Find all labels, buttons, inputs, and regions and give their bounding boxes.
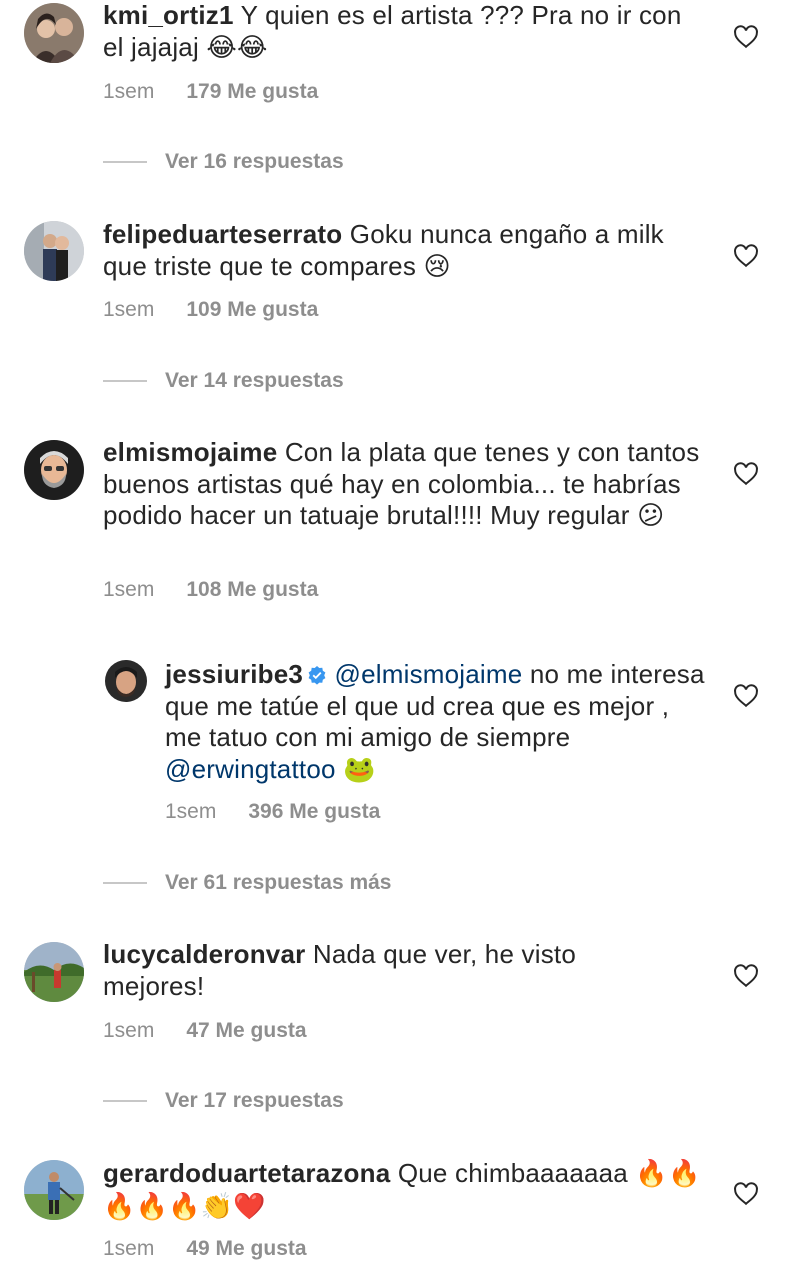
comment-likes[interactable]: 179 Me gusta [186, 80, 318, 104]
avatar[interactable] [24, 221, 84, 281]
comment-username[interactable]: kmi_ortiz1 [103, 0, 234, 30]
comment-username[interactable]: felipeduarteserrato [103, 219, 342, 249]
view-replies-label: Ver 61 respuestas más [165, 871, 392, 894]
comment-emoji: 😕 [637, 501, 665, 531]
view-replies-label: Ver 17 respuestas [165, 1089, 344, 1112]
comment-likes[interactable]: 109 Me gusta [186, 298, 318, 322]
comment-emoji: 😢 [423, 251, 451, 282]
comment-time: 1sem [103, 578, 155, 601]
comment-time: 1sem [103, 298, 155, 321]
comment-body: Que chimbaaaaaaa [397, 1158, 628, 1188]
heart-outline-icon[interactable] [733, 963, 759, 989]
heart-outline-icon[interactable] [733, 243, 759, 269]
reply-text: jessiuribe3 @elmismojaime no me interesa… [165, 659, 705, 786]
view-replies-button[interactable]: Ver 61 respuestas más [103, 871, 392, 895]
avatar[interactable] [24, 3, 84, 63]
avatar[interactable] [24, 440, 84, 500]
avatar[interactable] [105, 660, 147, 702]
view-replies-button[interactable]: Ver 16 respuestas [103, 150, 344, 174]
comment-time: 1sem [103, 1237, 155, 1260]
reply-time: 1sem [165, 800, 217, 823]
replies-divider [103, 1100, 147, 1102]
comment-username[interactable]: gerardoduartetarazona [103, 1158, 390, 1188]
comment-emoji: 😂😂 [206, 32, 268, 63]
reply-meta: 1sem 396 Me gusta [165, 800, 380, 824]
view-replies-button[interactable]: Ver 14 respuestas [103, 369, 344, 393]
heart-outline-icon[interactable] [733, 24, 759, 50]
verified-badge-icon [307, 665, 327, 685]
replies-divider [103, 882, 147, 884]
view-replies-label: Ver 14 respuestas [165, 369, 344, 392]
heart-outline-icon[interactable] [733, 461, 759, 487]
view-replies-label: Ver 16 respuestas [165, 150, 344, 173]
heart-outline-icon[interactable] [733, 683, 759, 709]
comment-time: 1sem [103, 1019, 155, 1042]
comment-username[interactable]: elmismojaime [103, 437, 277, 467]
comment-time: 1sem [103, 80, 155, 103]
heart-outline-icon[interactable] [733, 1181, 759, 1207]
comment-meta: 1sem 47 Me gusta [103, 1019, 307, 1043]
comment-text: gerardoduartetarazona Que chimbaaaaaaa 🔥… [103, 1158, 703, 1223]
comment-meta: 1sem 108 Me gusta [103, 578, 318, 602]
mention-link[interactable]: @elmismojaime [335, 659, 523, 689]
comment-likes[interactable]: 49 Me gusta [186, 1237, 306, 1261]
comment-text: lucycalderonvar Nada que ver, he visto m… [103, 939, 663, 1002]
mention-link[interactable]: @erwingtattoo [165, 754, 336, 784]
comment-text: kmi_ortiz1 Y quien es el artista ??? Pra… [103, 0, 683, 64]
avatar[interactable] [24, 942, 84, 1002]
comment-text: felipeduarteserrato Goku nunca engaño a … [103, 219, 703, 283]
avatar[interactable] [24, 1160, 84, 1220]
comment-likes[interactable]: 47 Me gusta [186, 1019, 306, 1043]
comment-username[interactable]: lucycalderonvar [103, 939, 305, 969]
replies-divider [103, 380, 147, 382]
comment-meta: 1sem 49 Me gusta [103, 1237, 307, 1261]
comment-likes[interactable]: 108 Me gusta [186, 578, 318, 602]
comment-meta: 1sem 109 Me gusta [103, 298, 318, 322]
replies-divider [103, 161, 147, 163]
reply-username[interactable]: jessiuribe3 [165, 659, 303, 689]
comment-meta: 1sem 179 Me gusta [103, 80, 318, 104]
reply-likes[interactable]: 396 Me gusta [248, 800, 380, 824]
comment-text: elmismojaime Con la plata que tenes y co… [103, 437, 703, 533]
reply-emoji: 🐸 [343, 754, 376, 785]
view-replies-button[interactable]: Ver 17 respuestas [103, 1089, 344, 1113]
